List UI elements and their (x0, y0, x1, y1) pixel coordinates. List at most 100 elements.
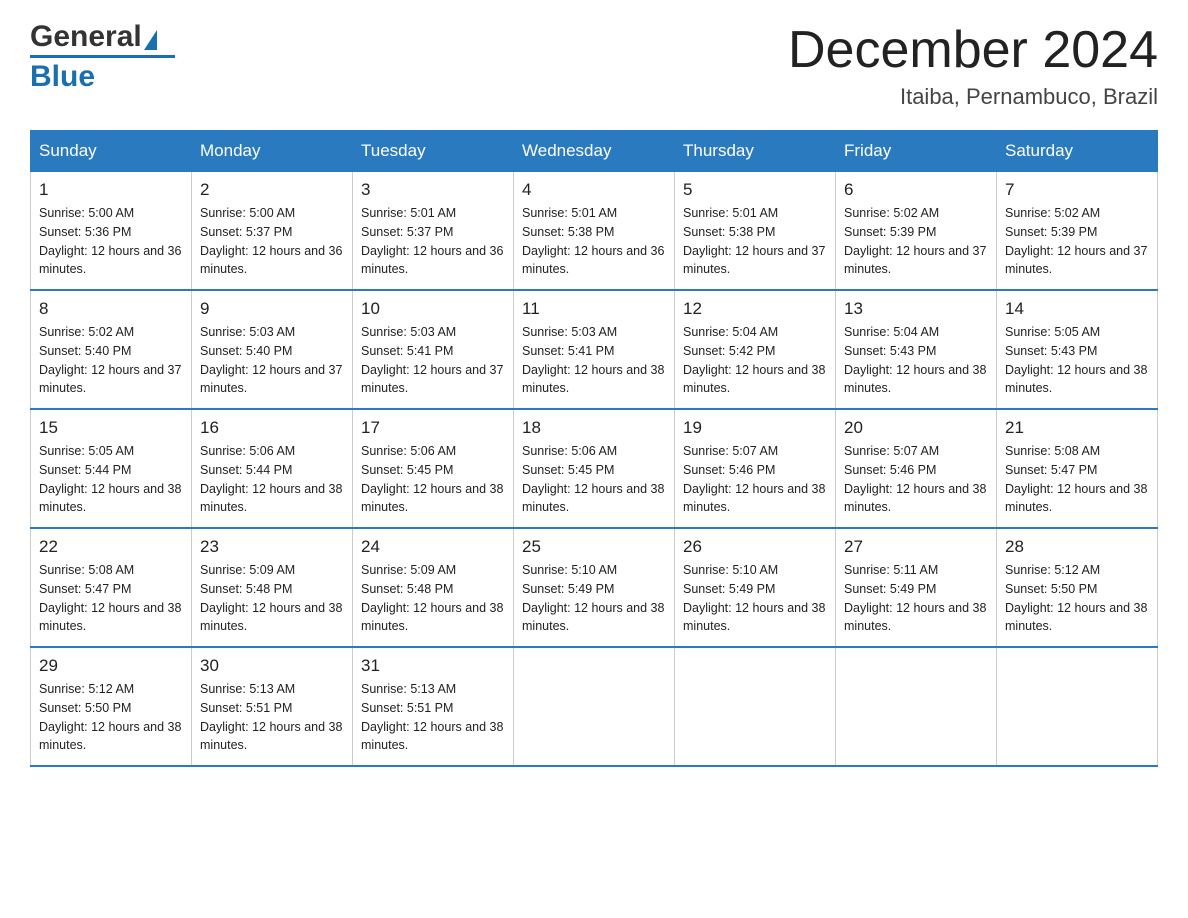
calendar-cell: 3 Sunrise: 5:01 AM Sunset: 5:37 PM Dayli… (353, 172, 514, 291)
day-info: Sunrise: 5:02 AM Sunset: 5:40 PM Dayligh… (39, 323, 183, 398)
calendar-cell (675, 647, 836, 766)
day-number: 22 (39, 537, 183, 557)
header-day-friday: Friday (836, 131, 997, 172)
calendar-cell: 21 Sunrise: 5:08 AM Sunset: 5:47 PM Dayl… (997, 409, 1158, 528)
logo-arrow-icon (144, 30, 157, 50)
day-number: 2 (200, 180, 344, 200)
day-number: 8 (39, 299, 183, 319)
day-number: 14 (1005, 299, 1149, 319)
header-row: SundayMondayTuesdayWednesdayThursdayFrid… (31, 131, 1158, 172)
calendar-cell: 6 Sunrise: 5:02 AM Sunset: 5:39 PM Dayli… (836, 172, 997, 291)
day-info: Sunrise: 5:00 AM Sunset: 5:36 PM Dayligh… (39, 204, 183, 279)
header-day-tuesday: Tuesday (353, 131, 514, 172)
day-number: 6 (844, 180, 988, 200)
day-info: Sunrise: 5:09 AM Sunset: 5:48 PM Dayligh… (200, 561, 344, 636)
day-number: 31 (361, 656, 505, 676)
calendar-cell: 9 Sunrise: 5:03 AM Sunset: 5:40 PM Dayli… (192, 290, 353, 409)
day-number: 21 (1005, 418, 1149, 438)
day-info: Sunrise: 5:06 AM Sunset: 5:44 PM Dayligh… (200, 442, 344, 517)
day-info: Sunrise: 5:10 AM Sunset: 5:49 PM Dayligh… (683, 561, 827, 636)
header-day-thursday: Thursday (675, 131, 836, 172)
day-info: Sunrise: 5:02 AM Sunset: 5:39 PM Dayligh… (1005, 204, 1149, 279)
day-number: 4 (522, 180, 666, 200)
calendar-cell: 10 Sunrise: 5:03 AM Sunset: 5:41 PM Dayl… (353, 290, 514, 409)
week-row-1: 1 Sunrise: 5:00 AM Sunset: 5:36 PM Dayli… (31, 172, 1158, 291)
calendar-cell: 16 Sunrise: 5:06 AM Sunset: 5:44 PM Dayl… (192, 409, 353, 528)
day-info: Sunrise: 5:12 AM Sunset: 5:50 PM Dayligh… (39, 680, 183, 755)
calendar-cell: 13 Sunrise: 5:04 AM Sunset: 5:43 PM Dayl… (836, 290, 997, 409)
day-info: Sunrise: 5:04 AM Sunset: 5:42 PM Dayligh… (683, 323, 827, 398)
day-info: Sunrise: 5:06 AM Sunset: 5:45 PM Dayligh… (522, 442, 666, 517)
day-info: Sunrise: 5:13 AM Sunset: 5:51 PM Dayligh… (361, 680, 505, 755)
day-number: 17 (361, 418, 505, 438)
calendar-cell: 15 Sunrise: 5:05 AM Sunset: 5:44 PM Dayl… (31, 409, 192, 528)
day-info: Sunrise: 5:01 AM Sunset: 5:37 PM Dayligh… (361, 204, 505, 279)
calendar-cell: 18 Sunrise: 5:06 AM Sunset: 5:45 PM Dayl… (514, 409, 675, 528)
week-row-3: 15 Sunrise: 5:05 AM Sunset: 5:44 PM Dayl… (31, 409, 1158, 528)
logo-general-text: General (30, 20, 142, 54)
day-info: Sunrise: 5:03 AM Sunset: 5:40 PM Dayligh… (200, 323, 344, 398)
title-section: December 2024 Itaiba, Pernambuco, Brazil (788, 20, 1158, 110)
page-header: General Blue December 2024 Itaiba, Perna… (30, 20, 1158, 110)
calendar-cell: 2 Sunrise: 5:00 AM Sunset: 5:37 PM Dayli… (192, 172, 353, 291)
day-number: 15 (39, 418, 183, 438)
day-number: 9 (200, 299, 344, 319)
day-number: 18 (522, 418, 666, 438)
calendar-cell: 1 Sunrise: 5:00 AM Sunset: 5:36 PM Dayli… (31, 172, 192, 291)
day-number: 1 (39, 180, 183, 200)
calendar-cell: 4 Sunrise: 5:01 AM Sunset: 5:38 PM Dayli… (514, 172, 675, 291)
day-info: Sunrise: 5:13 AM Sunset: 5:51 PM Dayligh… (200, 680, 344, 755)
day-info: Sunrise: 5:12 AM Sunset: 5:50 PM Dayligh… (1005, 561, 1149, 636)
day-info: Sunrise: 5:11 AM Sunset: 5:49 PM Dayligh… (844, 561, 988, 636)
logo-blue-label: Blue (30, 60, 95, 94)
day-number: 27 (844, 537, 988, 557)
day-info: Sunrise: 5:08 AM Sunset: 5:47 PM Dayligh… (1005, 442, 1149, 517)
day-info: Sunrise: 5:05 AM Sunset: 5:43 PM Dayligh… (1005, 323, 1149, 398)
day-number: 23 (200, 537, 344, 557)
day-info: Sunrise: 5:03 AM Sunset: 5:41 PM Dayligh… (361, 323, 505, 398)
calendar-cell: 27 Sunrise: 5:11 AM Sunset: 5:49 PM Dayl… (836, 528, 997, 647)
day-info: Sunrise: 5:00 AM Sunset: 5:37 PM Dayligh… (200, 204, 344, 279)
day-number: 24 (361, 537, 505, 557)
day-info: Sunrise: 5:07 AM Sunset: 5:46 PM Dayligh… (844, 442, 988, 517)
calendar-cell: 31 Sunrise: 5:13 AM Sunset: 5:51 PM Dayl… (353, 647, 514, 766)
day-number: 13 (844, 299, 988, 319)
day-number: 29 (39, 656, 183, 676)
calendar-cell: 29 Sunrise: 5:12 AM Sunset: 5:50 PM Dayl… (31, 647, 192, 766)
calendar-cell: 7 Sunrise: 5:02 AM Sunset: 5:39 PM Dayli… (997, 172, 1158, 291)
header-day-sunday: Sunday (31, 131, 192, 172)
header-day-monday: Monday (192, 131, 353, 172)
day-info: Sunrise: 5:10 AM Sunset: 5:49 PM Dayligh… (522, 561, 666, 636)
header-day-wednesday: Wednesday (514, 131, 675, 172)
day-number: 16 (200, 418, 344, 438)
week-row-5: 29 Sunrise: 5:12 AM Sunset: 5:50 PM Dayl… (31, 647, 1158, 766)
logo-row: General (30, 20, 157, 54)
calendar-cell: 8 Sunrise: 5:02 AM Sunset: 5:40 PM Dayli… (31, 290, 192, 409)
calendar-cell: 14 Sunrise: 5:05 AM Sunset: 5:43 PM Dayl… (997, 290, 1158, 409)
calendar-cell: 30 Sunrise: 5:13 AM Sunset: 5:51 PM Dayl… (192, 647, 353, 766)
day-number: 26 (683, 537, 827, 557)
calendar-cell: 20 Sunrise: 5:07 AM Sunset: 5:46 PM Dayl… (836, 409, 997, 528)
header-day-saturday: Saturday (997, 131, 1158, 172)
calendar-cell (997, 647, 1158, 766)
calendar-cell: 11 Sunrise: 5:03 AM Sunset: 5:41 PM Dayl… (514, 290, 675, 409)
day-info: Sunrise: 5:01 AM Sunset: 5:38 PM Dayligh… (522, 204, 666, 279)
day-info: Sunrise: 5:04 AM Sunset: 5:43 PM Dayligh… (844, 323, 988, 398)
day-info: Sunrise: 5:08 AM Sunset: 5:47 PM Dayligh… (39, 561, 183, 636)
day-number: 19 (683, 418, 827, 438)
calendar-cell: 24 Sunrise: 5:09 AM Sunset: 5:48 PM Dayl… (353, 528, 514, 647)
day-info: Sunrise: 5:05 AM Sunset: 5:44 PM Dayligh… (39, 442, 183, 517)
day-number: 28 (1005, 537, 1149, 557)
calendar-cell: 5 Sunrise: 5:01 AM Sunset: 5:38 PM Dayli… (675, 172, 836, 291)
calendar-cell: 23 Sunrise: 5:09 AM Sunset: 5:48 PM Dayl… (192, 528, 353, 647)
day-number: 10 (361, 299, 505, 319)
day-info: Sunrise: 5:06 AM Sunset: 5:45 PM Dayligh… (361, 442, 505, 517)
day-info: Sunrise: 5:09 AM Sunset: 5:48 PM Dayligh… (361, 561, 505, 636)
day-number: 30 (200, 656, 344, 676)
calendar-cell: 19 Sunrise: 5:07 AM Sunset: 5:46 PM Dayl… (675, 409, 836, 528)
calendar-cell: 12 Sunrise: 5:04 AM Sunset: 5:42 PM Dayl… (675, 290, 836, 409)
day-number: 3 (361, 180, 505, 200)
calendar-cell: 26 Sunrise: 5:10 AM Sunset: 5:49 PM Dayl… (675, 528, 836, 647)
day-number: 5 (683, 180, 827, 200)
calendar-cell: 17 Sunrise: 5:06 AM Sunset: 5:45 PM Dayl… (353, 409, 514, 528)
